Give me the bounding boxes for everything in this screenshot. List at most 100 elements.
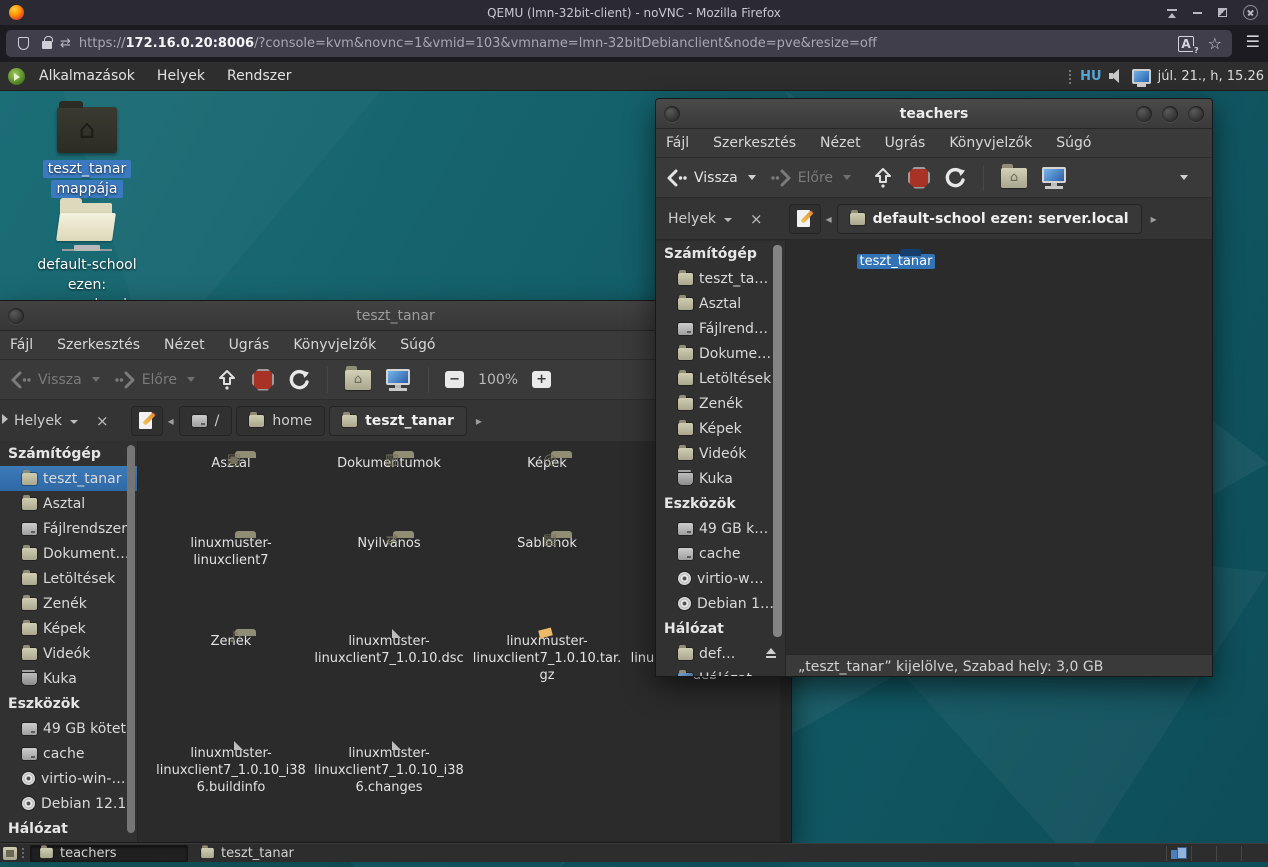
- taskbar-window-button[interactable]: teachers: [30, 845, 188, 862]
- menu-item[interactable]: Könyvjelzők: [949, 135, 1032, 151]
- window-maximize-button[interactable]: [1162, 106, 1178, 122]
- menu-item[interactable]: Nézet: [164, 337, 205, 353]
- breadcrumb-scroll-right[interactable]: ▸: [471, 414, 487, 428]
- sidebar-item[interactable]: Képek: [0, 616, 137, 641]
- edit-location-button[interactable]: [789, 204, 821, 234]
- sidebar-item[interactable]: cache: [0, 741, 137, 766]
- window-titlebar[interactable]: teachers: [656, 99, 1212, 129]
- stop-button[interactable]: [252, 369, 274, 391]
- back-history-caret[interactable]: [748, 175, 756, 180]
- sidebar-item[interactable]: Hálózat: [656, 616, 785, 641]
- file-item[interactable]: Asztal: [156, 451, 306, 472]
- file-item[interactable]: Sablonok: [472, 531, 622, 552]
- keyboard-layout-indicator[interactable]: HU: [1080, 69, 1101, 84]
- sidebar-item[interactable]: virtio-win-…: [0, 766, 137, 791]
- lock-icon[interactable]: [42, 41, 52, 49]
- places-selector[interactable]: Helyek: [668, 211, 732, 227]
- panel-grip[interactable]: [1068, 69, 1073, 84]
- file-item[interactable]: Zenék: [156, 629, 306, 650]
- breadcrumb[interactable]: home: [236, 406, 325, 436]
- sidebar-item[interactable]: 49 GB kötet: [0, 716, 137, 741]
- sidebar-item[interactable]: teszt_tanar: [0, 466, 137, 491]
- menu-item[interactable]: Súgó: [1056, 135, 1091, 151]
- stop-button[interactable]: [908, 167, 930, 189]
- sidebar-item[interactable]: Asztal: [656, 291, 785, 316]
- toolbar-overflow-caret[interactable]: [1180, 175, 1188, 180]
- back-button[interactable]: Vissza: [10, 371, 82, 389]
- workspace-2[interactable]: [1191, 846, 1216, 861]
- sidebar-item[interactable]: Fájlrendszer: [0, 516, 137, 541]
- up-button[interactable]: [216, 369, 238, 391]
- forward-history-caret[interactable]: [187, 377, 195, 382]
- display-settings-icon[interactable]: [1132, 69, 1151, 84]
- sidebar-item[interactable]: Számítógép: [656, 241, 785, 266]
- file-item[interactable]: Nyilvános: [314, 531, 464, 552]
- desktop-icon-home-folder[interactable]: teszt_tanar mappája: [22, 107, 152, 199]
- home-button[interactable]: [1001, 168, 1027, 188]
- menu-item[interactable]: Szerkesztés: [57, 337, 140, 353]
- url-bar[interactable]: ⇄ https://172.16.0.20:8006/?console=kvm&…: [6, 30, 1232, 57]
- sidebar-close-icon[interactable]: ×: [750, 210, 763, 228]
- computer-button[interactable]: [1041, 167, 1067, 189]
- forward-history-caret[interactable]: [843, 175, 851, 180]
- sidebar-item[interactable]: Eszközök: [656, 491, 785, 516]
- menu-item[interactable]: Ugrás: [229, 337, 270, 353]
- forward-button[interactable]: Előre: [114, 371, 177, 389]
- window-close-button[interactable]: [1188, 106, 1204, 122]
- applications-menu-icon[interactable]: [8, 68, 25, 85]
- sidebar-item[interactable]: Zenék: [656, 391, 785, 416]
- menu-item[interactable]: Fájl: [10, 337, 33, 353]
- sidebar-item[interactable]: cache: [656, 541, 785, 566]
- window-minimize-button[interactable]: [1193, 12, 1202, 14]
- sidebar-close-icon[interactable]: ×: [96, 412, 109, 430]
- translate-icon[interactable]: A: [1178, 36, 1193, 52]
- file-item[interactable]: linuxmuster-linuxclient7_1.0.10.tar.gz: [472, 629, 622, 684]
- window-restore-button[interactable]: [1218, 8, 1227, 17]
- sidebar-item[interactable]: Eszközök: [0, 691, 137, 716]
- sidebar-item[interactable]: Videók: [0, 641, 137, 666]
- workspace-1[interactable]: [1166, 846, 1191, 861]
- back-history-caret[interactable]: [92, 377, 100, 382]
- volume-icon[interactable]: [1109, 69, 1125, 83]
- reload-button[interactable]: [944, 167, 966, 189]
- file-item[interactable]: Dokumentumok: [314, 451, 464, 472]
- sidebar-item[interactable]: Debian 1…: [656, 591, 785, 616]
- menu-item[interactable]: Ugrás: [885, 135, 926, 151]
- sidebar-item[interactable]: Zenék: [0, 591, 137, 616]
- breadcrumb-scroll-right[interactable]: ▸: [1146, 212, 1162, 226]
- sidebar-item[interactable]: Letöltések: [0, 566, 137, 591]
- panel-clock[interactable]: júl. 21., h, 15.26: [1158, 69, 1264, 84]
- window-close-button[interactable]: [1243, 5, 1258, 20]
- panel-menu[interactable]: Alkalmazások: [39, 68, 135, 84]
- sidebar-item[interactable]: Letöltések: [656, 366, 785, 391]
- back-button[interactable]: Vissza: [666, 169, 738, 187]
- panel-menu[interactable]: Helyek: [157, 68, 205, 84]
- sidebar-item[interactable]: Kuka: [656, 466, 785, 491]
- breadcrumb[interactable]: teszt_tanar: [329, 406, 467, 436]
- breadcrumb-current[interactable]: default-school ezen: server.local: [837, 204, 1142, 234]
- sidebar-scrollbar[interactable]: [773, 245, 782, 637]
- sidebar-item[interactable]: Dokume…: [656, 341, 785, 366]
- home-button[interactable]: [345, 370, 371, 390]
- bookmark-star-icon[interactable]: ☆: [1208, 34, 1222, 53]
- desktop-icon-network-share[interactable]: default-school ezen: server.local: [22, 201, 152, 315]
- workspace-4[interactable]: [1241, 846, 1266, 861]
- sidebar-item[interactable]: Fájlrend…: [656, 316, 785, 341]
- sidebar-collapse-arrow[interactable]: [2, 414, 8, 424]
- menu-item[interactable]: Könyvjelzők: [293, 337, 376, 353]
- sidebar-item[interactable]: Képek: [656, 416, 785, 441]
- file-item[interactable]: linuxmuster-linuxclient7_1.0.10_i386.bui…: [156, 741, 306, 796]
- eject-icon[interactable]: [765, 648, 777, 658]
- shield-icon[interactable]: [18, 37, 29, 50]
- edit-location-button[interactable]: [131, 406, 163, 436]
- file-item[interactable]: teszt_tanar: [821, 249, 971, 270]
- file-item[interactable]: linuxmuster-linuxclient7_1.0.10.dsc: [314, 629, 464, 667]
- taskbar-grip[interactable]: [21, 847, 26, 860]
- sidebar-item[interactable]: Debian 12.1…: [0, 791, 137, 816]
- sidebar-item[interactable]: 49 GB k…: [656, 516, 785, 541]
- up-button[interactable]: [872, 167, 894, 189]
- places-selector[interactable]: Helyek: [14, 413, 78, 429]
- window-shade-button[interactable]: [1167, 9, 1177, 17]
- menu-item[interactable]: Szerkesztés: [713, 135, 796, 151]
- sidebar-item[interactable]: teszt_ta…: [656, 266, 785, 291]
